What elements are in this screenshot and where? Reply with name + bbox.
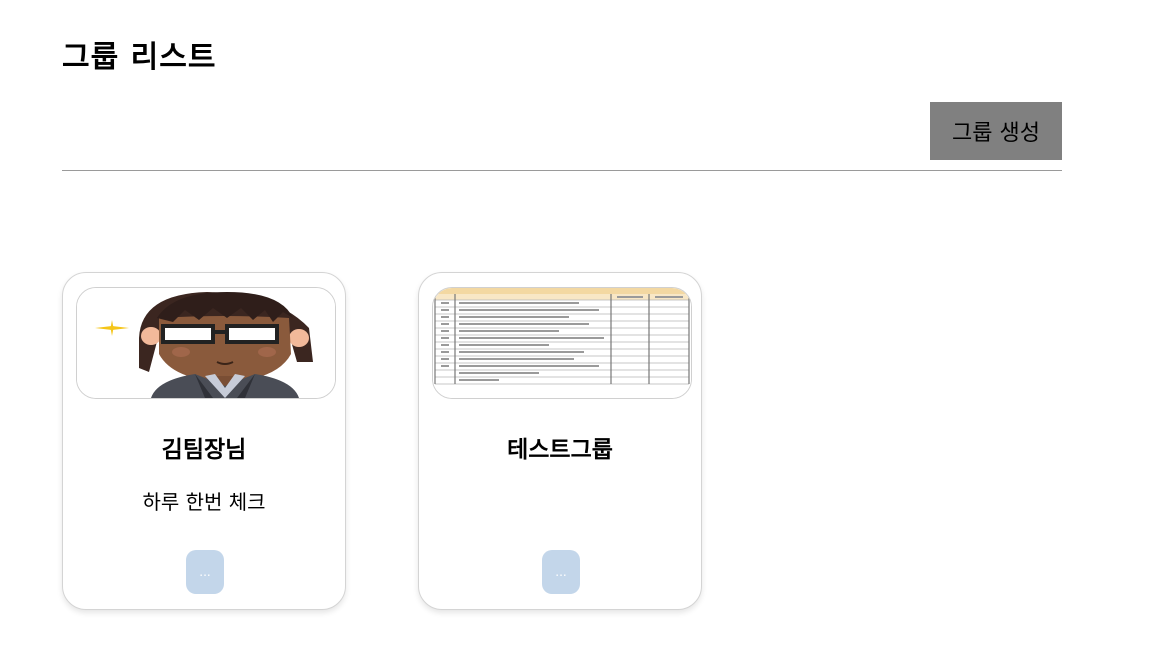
- page-title: 그룹 리스트: [62, 40, 217, 75]
- create-group-button[interactable]: 그룹 생성: [930, 102, 1062, 160]
- group-thumbnail: [76, 287, 336, 399]
- header-divider: [62, 170, 1062, 171]
- group-card[interactable]: 김팀장님 하루 한번 체크 ...: [62, 272, 346, 610]
- group-description: 하루 한번 체크: [142, 490, 266, 514]
- group-list-page: 그룹 리스트 그룹 생성 김팀장님 하루 한번 체크 ... 테스트그룹 ...: [0, 0, 1155, 658]
- more-options-button[interactable]: ...: [542, 550, 580, 594]
- group-card[interactable]: 테스트그룹 ...: [418, 272, 702, 610]
- group-name: 테스트그룹: [507, 437, 613, 463]
- group-name: 김팀장님: [161, 437, 247, 463]
- more-options-button[interactable]: ...: [186, 550, 224, 594]
- spreadsheet-document-icon: [433, 288, 691, 398]
- avatar-illustration: [77, 288, 335, 398]
- group-thumbnail: [432, 287, 692, 399]
